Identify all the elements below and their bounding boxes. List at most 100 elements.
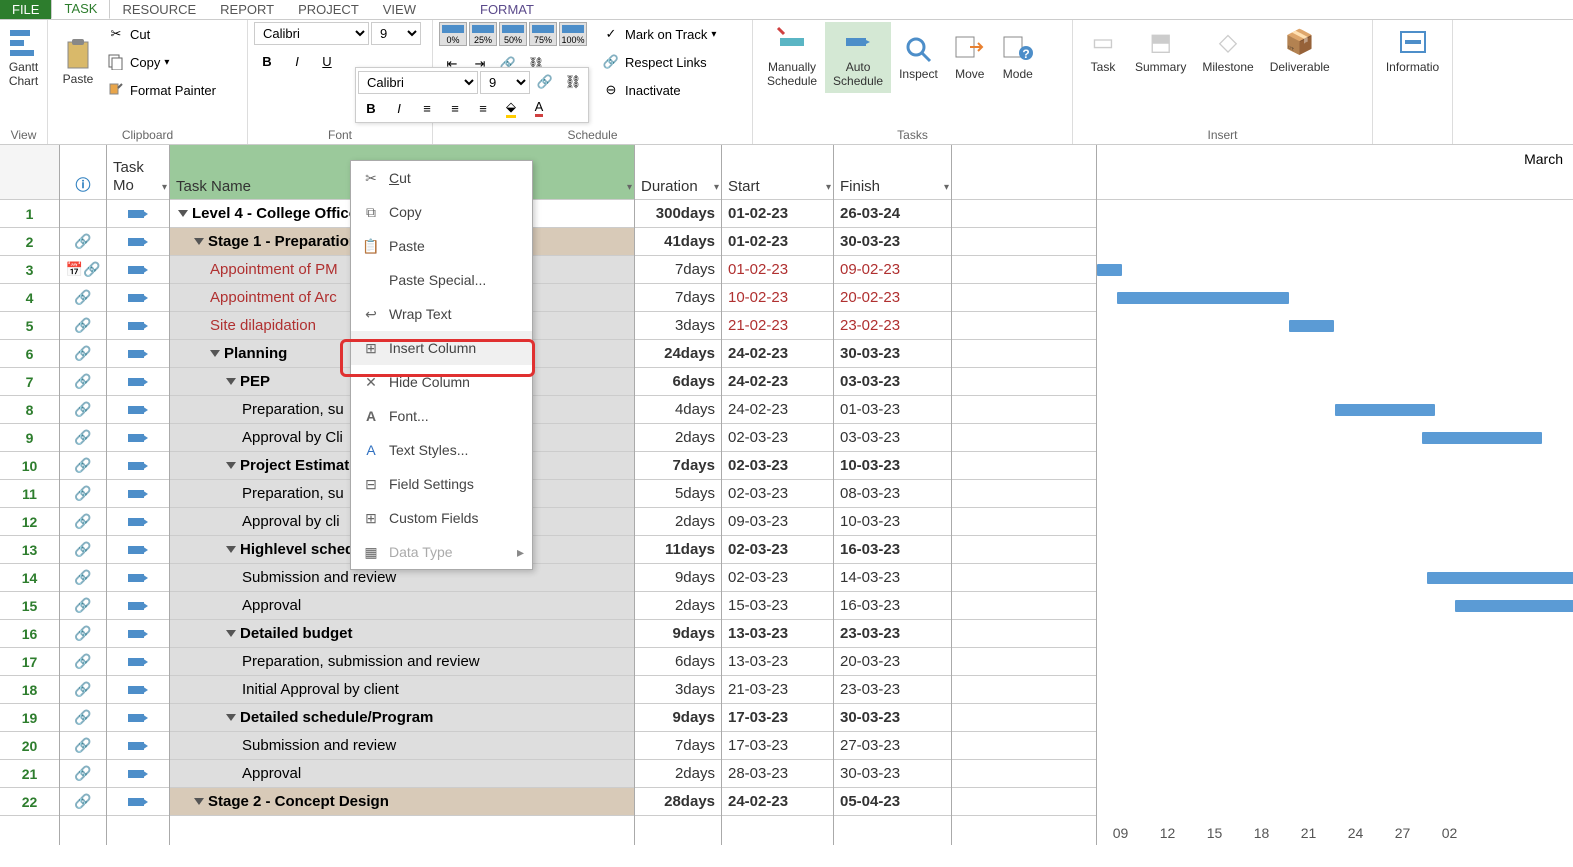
duration-cell[interactable]: 3days: [635, 676, 721, 704]
task-mode-cell[interactable]: [107, 340, 169, 368]
start-cell[interactable]: 02-03-23: [722, 424, 833, 452]
start-cell[interactable]: 02-03-23: [722, 452, 833, 480]
task-mode-cell[interactable]: [107, 620, 169, 648]
menu-hide-column[interactable]: ✕Hide Column: [351, 365, 532, 399]
manually-schedule-button[interactable]: Manually Schedule: [759, 22, 825, 93]
task-name-cell[interactable]: Detailed schedule/Program: [170, 704, 634, 732]
start-cell[interactable]: 24-02-23: [722, 368, 833, 396]
row-number[interactable]: 16: [0, 620, 59, 648]
row-number[interactable]: 5: [0, 312, 59, 340]
finish-cell[interactable]: 30-03-23: [834, 228, 951, 256]
row-number[interactable]: 1: [0, 200, 59, 228]
task-mode-cell[interactable]: [107, 200, 169, 228]
start-cell[interactable]: 28-03-23: [722, 760, 833, 788]
summary-button[interactable]: ⬒ Summary: [1127, 22, 1194, 78]
predecessor-cell[interactable]: [952, 648, 1096, 676]
gantt-chart-area[interactable]: March 0912151821242702: [1097, 145, 1573, 845]
finish-cell[interactable]: 16-03-23: [834, 592, 951, 620]
duration-cell[interactable]: 4days: [635, 396, 721, 424]
duration-cell[interactable]: 9days: [635, 704, 721, 732]
start-cell[interactable]: 02-03-23: [722, 536, 833, 564]
task-name-cell[interactable]: Stage 2 - Concept Design: [170, 788, 634, 816]
duration-cell[interactable]: 6days: [635, 648, 721, 676]
gantt-bar[interactable]: [1422, 432, 1542, 444]
predecessor-cell[interactable]: [952, 256, 1096, 284]
task-name-cell[interactable]: Approval: [170, 592, 634, 620]
italic-button[interactable]: I: [284, 49, 310, 73]
duration-cell[interactable]: 2days: [635, 508, 721, 536]
progress-25-button[interactable]: 25%: [469, 22, 497, 46]
finish-cell[interactable]: 10-03-23: [834, 452, 951, 480]
row-number[interactable]: 14: [0, 564, 59, 592]
duration-cell[interactable]: 300days: [635, 200, 721, 228]
row-number[interactable]: 11: [0, 480, 59, 508]
predecessor-cell[interactable]: [952, 424, 1096, 452]
predecessor-cell[interactable]: [952, 760, 1096, 788]
underline-button[interactable]: U: [314, 49, 340, 73]
predecessor-cell[interactable]: [952, 508, 1096, 536]
start-cell[interactable]: 15-03-23: [722, 592, 833, 620]
menu-paste-special[interactable]: Paste Special...: [351, 263, 532, 297]
format-painter-button[interactable]: Format Painter: [102, 78, 220, 102]
start-cell[interactable]: 24-02-23: [722, 396, 833, 424]
tab-project[interactable]: PROJECT: [286, 0, 371, 19]
finish-cell[interactable]: 20-03-23: [834, 648, 951, 676]
row-number[interactable]: 7: [0, 368, 59, 396]
start-cell[interactable]: 01-02-23: [722, 200, 833, 228]
task-mode-cell[interactable]: [107, 648, 169, 676]
finish-cell[interactable]: 05-04-23: [834, 788, 951, 816]
task-mode-cell[interactable]: [107, 396, 169, 424]
task-name-cell[interactable]: Preparation, submission and review: [170, 648, 634, 676]
deliverable-button[interactable]: 📦 Deliverable: [1262, 22, 1338, 78]
finish-cell[interactable]: 10-03-23: [834, 508, 951, 536]
row-number[interactable]: 8: [0, 396, 59, 424]
finish-cell[interactable]: 23-03-23: [834, 620, 951, 648]
start-cell[interactable]: 17-03-23: [722, 732, 833, 760]
dropdown-icon[interactable]: ▾: [162, 182, 167, 193]
mini-fill-color-button[interactable]: ⬙: [498, 96, 524, 120]
predecessor-cell[interactable]: [952, 200, 1096, 228]
font-name-select[interactable]: Calibri: [254, 22, 369, 45]
duration-cell[interactable]: 2days: [635, 424, 721, 452]
task-mode-cell[interactable]: [107, 760, 169, 788]
dropdown-icon[interactable]: ▾: [944, 182, 949, 193]
duration-cell[interactable]: 7days: [635, 452, 721, 480]
tab-report[interactable]: REPORT: [208, 0, 286, 19]
row-number[interactable]: 10: [0, 452, 59, 480]
mini-size-select[interactable]: 9: [480, 71, 530, 94]
finish-cell[interactable]: 30-03-23: [834, 340, 951, 368]
duration-cell[interactable]: 9days: [635, 564, 721, 592]
finish-cell[interactable]: 23-02-23: [834, 312, 951, 340]
task-name-cell[interactable]: Approval: [170, 760, 634, 788]
finish-cell[interactable]: 23-03-23: [834, 676, 951, 704]
predecessor-cell[interactable]: [952, 228, 1096, 256]
row-number[interactable]: 3: [0, 256, 59, 284]
tab-format[interactable]: FORMAT: [468, 0, 546, 19]
mini-link-icon[interactable]: 🔗: [532, 70, 558, 94]
row-number[interactable]: 13: [0, 536, 59, 564]
predecessor-cell[interactable]: [952, 676, 1096, 704]
finish-cell[interactable]: 30-03-23: [834, 704, 951, 732]
task-name-cell[interactable]: Detailed budget: [170, 620, 634, 648]
task-mode-cell[interactable]: [107, 564, 169, 592]
duration-cell[interactable]: 28days: [635, 788, 721, 816]
finish-cell[interactable]: 03-03-23: [834, 368, 951, 396]
row-number[interactable]: 15: [0, 592, 59, 620]
row-number[interactable]: 2: [0, 228, 59, 256]
gantt-bar[interactable]: [1455, 600, 1573, 612]
start-cell[interactable]: 17-03-23: [722, 704, 833, 732]
task-mode-cell[interactable]: [107, 452, 169, 480]
tab-task[interactable]: TASK: [51, 0, 110, 19]
paste-button[interactable]: Paste: [54, 22, 102, 102]
start-cell[interactable]: 24-02-23: [722, 340, 833, 368]
inactivate-button[interactable]: ⊖ Inactivate: [597, 78, 720, 102]
task-mode-cell[interactable]: [107, 256, 169, 284]
dropdown-icon[interactable]: ▾: [627, 182, 632, 193]
duration-cell[interactable]: 2days: [635, 760, 721, 788]
menu-copy[interactable]: ⧉Copy: [351, 195, 532, 229]
gantt-chart-button[interactable]: Gantt Chart: [6, 22, 41, 93]
mini-align-right-button[interactable]: ≡: [470, 96, 496, 120]
row-number[interactable]: 18: [0, 676, 59, 704]
finish-cell[interactable]: 08-03-23: [834, 480, 951, 508]
finish-cell[interactable]: 27-03-23: [834, 732, 951, 760]
